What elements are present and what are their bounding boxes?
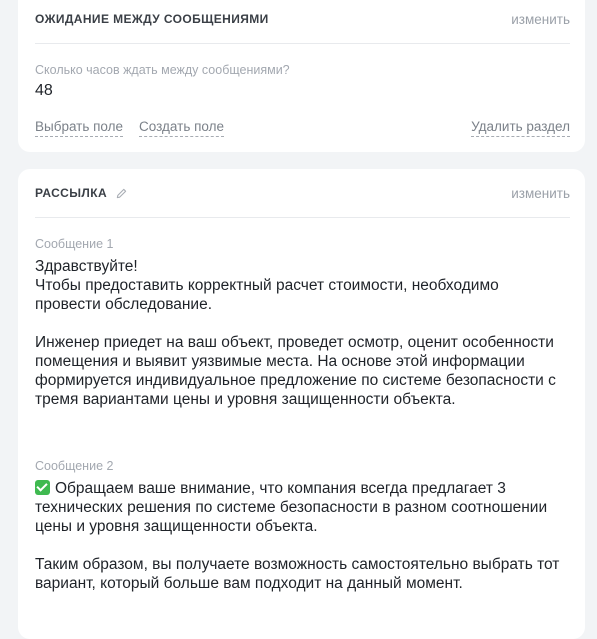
delete-section-link[interactable]: Удалить раздел <box>471 119 570 137</box>
message-text: Здравствуйте! Чтобы предоставить коррект… <box>35 258 556 408</box>
select-field-link[interactable]: Выбрать поле <box>35 119 124 137</box>
card-header: ОЖИДАНИЕ МЕЖДУ СООБЩЕНИЯМИ изменить <box>35 9 570 29</box>
message-text: Обращаем ваше внимание, что компания все… <box>35 480 560 592</box>
section-title: ОЖИДАНИЕ МЕЖДУ СООБЩЕНИЯМИ <box>35 12 269 26</box>
message-body: Обращаем ваше внимание, что компания все… <box>35 479 565 593</box>
divider <box>35 217 570 218</box>
edit-link[interactable]: изменить <box>511 12 570 27</box>
section-title: РАССЫЛКА <box>35 186 108 200</box>
message-label: Сообщение 2 <box>35 459 114 473</box>
field-label: Сколько часов ждать между сообщениями? <box>35 63 290 77</box>
mailing-card: РАССЫЛКА изменить Сообщение 1 Здравствуй… <box>18 169 585 639</box>
wait-between-messages-card: ОЖИДАНИЕ МЕЖДУ СООБЩЕНИЯМИ изменить Скол… <box>18 0 585 152</box>
edit-link[interactable]: изменить <box>511 186 570 201</box>
divider <box>35 43 570 44</box>
hours-value: 48 <box>35 82 53 99</box>
card-header: РАССЫЛКА изменить <box>35 183 570 203</box>
check-mark-icon <box>35 480 50 495</box>
section-title-wrap: РАССЫЛКА <box>35 186 127 200</box>
section-actions: Выбрать поле Создать поле Удалить раздел <box>35 119 570 137</box>
message-label: Сообщение 1 <box>35 237 114 251</box>
create-field-link[interactable]: Создать поле <box>139 119 225 137</box>
pencil-icon[interactable] <box>116 188 127 199</box>
